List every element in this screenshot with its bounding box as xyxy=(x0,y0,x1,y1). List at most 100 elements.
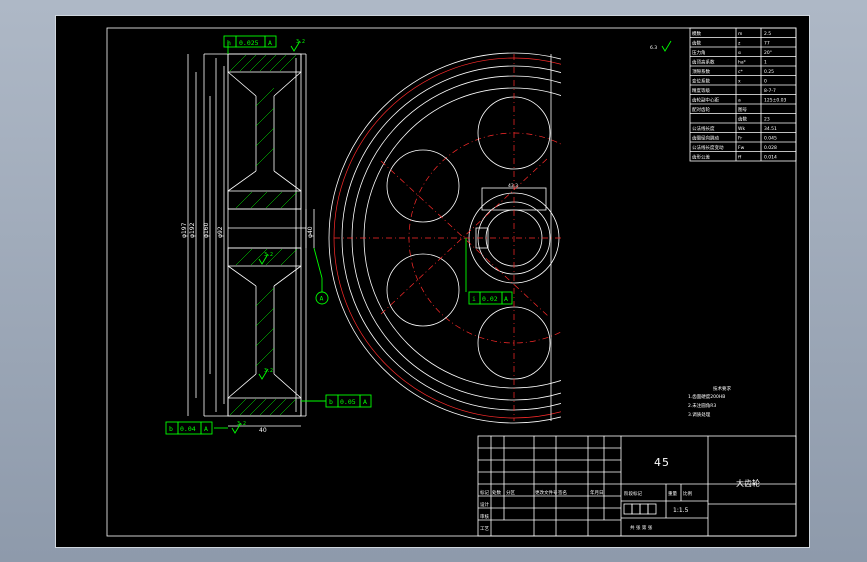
dim-width: 40 xyxy=(259,427,267,434)
dim-d1: φ197 xyxy=(181,222,188,238)
tolerance-frame-right[interactable]: b 0.05 A xyxy=(301,394,372,408)
roughness-symbol-top: 3.2 xyxy=(290,39,305,52)
param-cell: 公法线长度 xyxy=(692,125,715,132)
dim-d4: φ92 xyxy=(217,226,224,238)
front-view xyxy=(328,52,561,424)
stage-label: 阶段标记 xyxy=(624,490,642,497)
param-cell: c* xyxy=(738,69,743,75)
param-cell: x xyxy=(738,80,741,85)
tech-req-2: 2.未注圆角R3 xyxy=(688,402,716,409)
param-cell: 模数 xyxy=(692,30,701,37)
svg-text:0.02: 0.02 xyxy=(482,295,498,303)
param-cell: 0 xyxy=(764,79,767,85)
param-cell: Fr xyxy=(738,136,742,142)
svg-text:6.3: 6.3 xyxy=(650,45,657,51)
param-cell: 0.014 xyxy=(764,155,777,161)
svg-text:A: A xyxy=(363,398,367,406)
row-label-design: 设计 xyxy=(480,501,489,508)
weight-label: 重量 xyxy=(668,490,677,497)
param-cell: m xyxy=(738,32,742,37)
part-name: 大齿轮 xyxy=(736,478,760,488)
param-cell: 配对齿轮 xyxy=(692,106,710,113)
scale-value: 1:1.5 xyxy=(673,507,689,514)
svg-text:0.04: 0.04 xyxy=(180,425,196,433)
svg-text:A: A xyxy=(320,295,324,303)
row-label-mark: 标记 xyxy=(480,489,489,496)
param-cell: 齿数 xyxy=(692,40,701,47)
tolerance-frame-bottom[interactable]: b 0.04 A xyxy=(165,421,228,435)
row-label-review: 审核 xyxy=(480,513,489,520)
svg-text:A: A xyxy=(504,295,508,303)
param-cell: 压力角 xyxy=(692,49,706,56)
svg-text:0.025: 0.025 xyxy=(239,39,259,47)
param-cell: Fw xyxy=(738,145,745,151)
param-cell: 齿轮副中心距 xyxy=(692,97,719,104)
param-cell: 公法线长度变动 xyxy=(692,144,724,151)
roughness-symbol-mid: 3.2 xyxy=(258,252,273,265)
param-cell: 齿圈径向跳动 xyxy=(692,135,719,142)
tech-req-1: 1.齿面硬度200HB xyxy=(688,393,725,400)
param-cell: 2.5 xyxy=(764,31,771,37)
gear-parameter-table: 模数 m 2.5 齿数 z 77 压力角 α 20° 齿顶高系数 ha* 1 顶隙系数 c* 0.25 变位系… xyxy=(689,27,797,162)
svg-text:i: i xyxy=(472,295,476,303)
svg-text:0.05: 0.05 xyxy=(340,398,356,406)
param-cell: 齿形公差 xyxy=(692,154,710,161)
param-cell: 0.045 xyxy=(764,136,777,142)
svg-text:3.2: 3.2 xyxy=(264,368,273,374)
svg-text:A: A xyxy=(204,425,208,433)
tech-req-3: 3.调质处理 xyxy=(688,411,711,418)
col-label-date: 年月日 xyxy=(590,489,604,496)
svg-text:A: A xyxy=(268,39,272,47)
col-label-count: 处数 xyxy=(492,489,501,496)
param-cell: 77 xyxy=(764,41,770,47)
svg-text:b: b xyxy=(169,425,173,433)
param-cell: 1 xyxy=(764,60,767,66)
scale-label: 比例 xyxy=(683,490,692,497)
param-cell: 齿数 xyxy=(738,116,747,123)
svg-text:3.2: 3.2 xyxy=(237,421,246,427)
param-cell: ff xyxy=(738,155,742,161)
param-cell: z xyxy=(738,42,741,47)
tolerance-frame-mid[interactable]: i 0.02 A xyxy=(465,238,513,305)
dim-keyway: 43.3 xyxy=(508,183,518,189)
col-label-zone: 分区 xyxy=(506,489,515,496)
param-cell: 23 xyxy=(764,117,770,123)
param-cell: 0.028 xyxy=(764,145,777,151)
tolerance-frame-top[interactable]: h 0.025 A xyxy=(223,35,277,54)
param-cell: 20° xyxy=(764,50,772,56)
section-view xyxy=(187,53,315,427)
row-label-process: 工艺 xyxy=(480,526,489,532)
param-cell: 精度等级 xyxy=(692,87,710,94)
roughness-symbol-bottom-left: 3.2 xyxy=(231,421,246,434)
gear-drawing-canvas[interactable]: φ197 φ192 φ160 φ92 φ40 40 h 0.025 A 3.2 … xyxy=(56,16,811,549)
roughness-symbol-bottom: 3.2 xyxy=(258,368,273,380)
param-cell: 齿顶高系数 xyxy=(692,59,715,66)
param-cell: a xyxy=(738,99,741,104)
param-cell: 34.51 xyxy=(764,126,777,132)
svg-text:3.2: 3.2 xyxy=(296,39,305,45)
technical-requirements: 技术要求 1.齿面硬度200HB 2.未注圆角R3 3.调质处理 xyxy=(688,385,731,418)
param-cell: ha* xyxy=(738,60,747,66)
material-label: 45 xyxy=(654,456,670,469)
cad-drawing-viewport[interactable]: φ197 φ192 φ160 φ92 φ40 40 h 0.025 A 3.2 … xyxy=(55,15,810,548)
param-cell: 图号 xyxy=(738,107,747,113)
svg-text:3.2: 3.2 xyxy=(264,252,273,258)
datum-a-marker: A xyxy=(313,247,329,305)
param-cell: Wk xyxy=(738,126,745,132)
tech-req-title: 技术要求 xyxy=(713,385,731,392)
param-cell: 0.25 xyxy=(764,69,774,75)
roughness-note: 6.3 xyxy=(650,40,672,52)
param-cell: 8-7-7 xyxy=(764,88,776,94)
param-cell: α xyxy=(738,51,741,56)
col-label-change: 更改文件号 xyxy=(535,489,558,496)
param-cell: 125±0.03 xyxy=(764,98,787,104)
dim-d2: φ192 xyxy=(189,222,196,238)
param-cell: 顶隙系数 xyxy=(692,68,710,75)
param-cell: 变位系数 xyxy=(692,78,710,85)
sheet-label: 共 张 第 张 xyxy=(630,524,653,531)
svg-text:b: b xyxy=(329,398,333,406)
col-label-sign: 签名 xyxy=(558,489,567,496)
svg-text:h: h xyxy=(227,39,231,47)
dim-d3: φ160 xyxy=(203,222,210,238)
dim-bore: φ40 xyxy=(307,226,314,238)
